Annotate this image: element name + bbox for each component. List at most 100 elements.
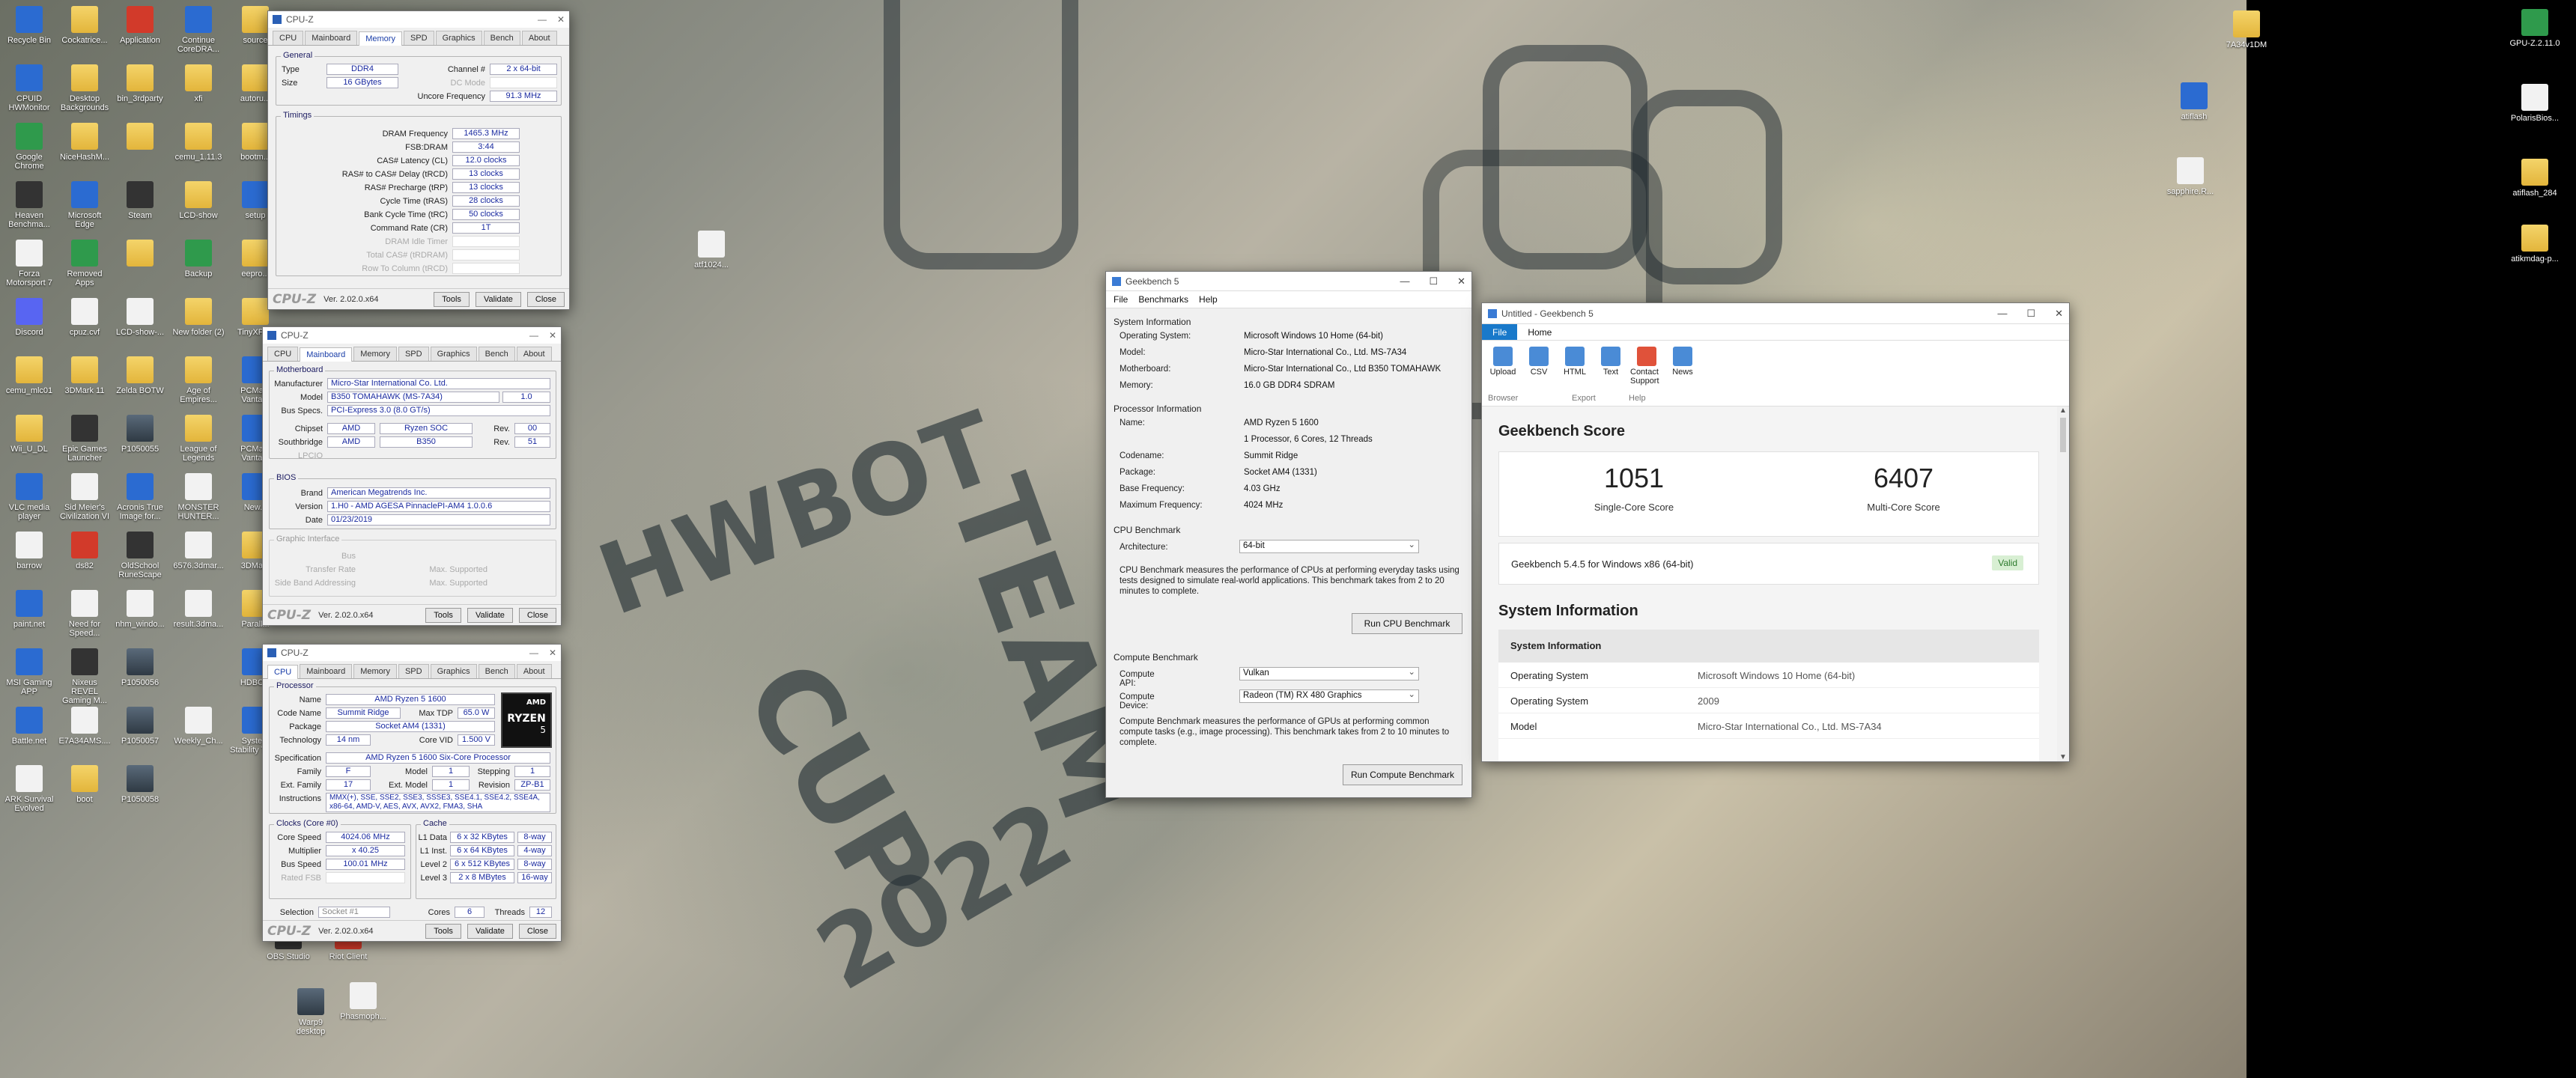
desktop-icon[interactable]: P1050058 bbox=[114, 765, 166, 804]
tab-spd[interactable]: SPD bbox=[403, 31, 434, 45]
title-bar[interactable]: Geekbench 5 — ☐ ✕ bbox=[1106, 272, 1471, 291]
menu-item-help[interactable]: Help bbox=[1199, 294, 1218, 305]
compute-api-select[interactable]: Vulkan bbox=[1239, 666, 1419, 680]
minimize-icon[interactable]: — bbox=[1997, 308, 2007, 320]
desktop-icon[interactable]: NiceHashM... bbox=[58, 123, 111, 162]
desktop-icon[interactable]: barrow bbox=[3, 532, 55, 570]
tab-mainboard[interactable]: Mainboard bbox=[300, 347, 353, 362]
minimize-icon[interactable]: — bbox=[529, 648, 538, 658]
desktop-icon[interactable] bbox=[114, 123, 166, 153]
tab-bench[interactable]: Bench bbox=[478, 664, 515, 678]
desktop-icon[interactable]: Discord bbox=[3, 298, 55, 337]
desktop-icon[interactable]: bin_3rdparty bbox=[114, 64, 166, 103]
architecture-select[interactable]: 64-bit bbox=[1239, 539, 1419, 553]
tab-about[interactable]: About bbox=[516, 664, 552, 678]
title-bar[interactable]: CPU-Z — ✕ bbox=[263, 645, 561, 661]
menu-item-file[interactable]: File bbox=[1114, 294, 1128, 305]
maximize-icon[interactable]: ☐ bbox=[2026, 308, 2035, 320]
desktop-icon[interactable]: 6576.3dmar... bbox=[172, 532, 225, 570]
tools-button[interactable]: Tools bbox=[434, 291, 470, 307]
run-compute-benchmark-button[interactable]: Run Compute Benchmark bbox=[1343, 764, 1462, 785]
desktop-icon[interactable]: Desktop Backgrounds bbox=[58, 64, 111, 112]
tab-home[interactable]: Home bbox=[1517, 324, 1562, 340]
desktop-icon[interactable]: Google Chrome bbox=[3, 123, 55, 171]
desktop-icon[interactable]: nhm_windo... bbox=[114, 590, 166, 629]
desktop-icon[interactable]: paint.net bbox=[3, 590, 55, 629]
menu-item-benchmarks[interactable]: Benchmarks bbox=[1138, 294, 1188, 305]
desktop-icon[interactable]: boot bbox=[58, 765, 111, 804]
tab-bench[interactable]: Bench bbox=[483, 31, 520, 45]
title-bar[interactable]: CPU-Z — ✕ bbox=[263, 327, 561, 344]
tab-cpu[interactable]: CPU bbox=[267, 665, 299, 679]
desktop-icon[interactable]: Need for Speed... bbox=[58, 590, 111, 638]
run-cpu-benchmark-button[interactable]: Run CPU Benchmark bbox=[1352, 613, 1462, 634]
desktop-icon[interactable]: ARK Survival Evolved bbox=[3, 765, 55, 813]
desktop-icon[interactable]: New folder (2) bbox=[172, 298, 225, 337]
tab-spd[interactable]: SPD bbox=[398, 347, 429, 361]
minimize-icon[interactable]: — bbox=[1400, 275, 1409, 287]
validate-button[interactable]: Validate bbox=[475, 291, 521, 307]
ribbon-news-button[interactable]: News bbox=[1666, 347, 1699, 406]
tab-graphics[interactable]: Graphics bbox=[430, 347, 477, 361]
desktop-icon[interactable]: 3DMark 11 bbox=[58, 356, 111, 395]
desktop-icon[interactable]: Cockatrice... bbox=[58, 6, 111, 45]
close-button[interactable]: Close bbox=[518, 923, 556, 939]
tab-mainboard[interactable]: Mainboard bbox=[300, 664, 353, 678]
ribbon-csv-button[interactable]: CSV bbox=[1522, 347, 1555, 406]
desktop-icon[interactable]: P1050055 bbox=[114, 415, 166, 454]
maximize-icon[interactable]: ☐ bbox=[1429, 275, 1438, 287]
desktop-icon[interactable]: LCD-show bbox=[172, 181, 225, 220]
tools-button[interactable]: Tools bbox=[425, 923, 461, 939]
desktop-icon[interactable]: Acronis True Image for... bbox=[114, 473, 166, 521]
desktop-icon[interactable]: atf1024... bbox=[685, 231, 738, 270]
desktop-icon[interactable]: Epic Games Launcher bbox=[58, 415, 111, 463]
close-icon[interactable]: ✕ bbox=[557, 14, 565, 25]
desktop-icon[interactable]: Continue CoreDRA... bbox=[172, 6, 225, 54]
desktop-icon[interactable]: Weekly_Ch... bbox=[172, 707, 225, 746]
close-icon[interactable]: ✕ bbox=[549, 648, 556, 658]
desktop-icon[interactable]: atikmdag-p... bbox=[2509, 225, 2561, 264]
validate-button[interactable]: Validate bbox=[467, 607, 513, 623]
desktop-icon[interactable]: result.3dma... bbox=[172, 590, 225, 629]
scroll-down-icon[interactable]: ▼ bbox=[2057, 753, 2069, 761]
tab-graphics[interactable]: Graphics bbox=[430, 664, 477, 678]
desktop-icon[interactable]: PolarisBios... bbox=[2509, 84, 2561, 123]
desktop-icon[interactable]: Wii_U_DL bbox=[3, 415, 55, 454]
close-icon[interactable]: ✕ bbox=[2055, 308, 2063, 320]
tab-bench[interactable]: Bench bbox=[478, 347, 515, 361]
desktop-icon[interactable]: E7A34AMS.... bbox=[58, 707, 111, 746]
desktop-icon[interactable]: Backup bbox=[172, 240, 225, 278]
tab-memory[interactable]: Memory bbox=[353, 347, 397, 361]
desktop-icon[interactable]: MONSTER HUNTER... bbox=[172, 473, 225, 521]
desktop-icon[interactable]: Age of Empires... bbox=[172, 356, 225, 404]
tab-graphics[interactable]: Graphics bbox=[435, 31, 482, 45]
minimize-icon[interactable]: — bbox=[529, 330, 538, 341]
desktop-icon[interactable]: ds82 bbox=[58, 532, 111, 570]
tab-memory[interactable]: Memory bbox=[359, 31, 402, 46]
validate-button[interactable]: Validate bbox=[467, 923, 513, 939]
desktop-icon[interactable]: P1050056 bbox=[114, 648, 166, 687]
desktop-icon[interactable]: atiflash_284 bbox=[2509, 159, 2561, 198]
desktop-icon[interactable]: Removed Apps bbox=[58, 240, 111, 287]
close-button[interactable]: Close bbox=[518, 607, 556, 623]
close-icon[interactable]: ✕ bbox=[1457, 275, 1465, 287]
tab-about[interactable]: About bbox=[516, 347, 552, 361]
vertical-scrollbar[interactable]: ▲ ▼ bbox=[2057, 406, 2069, 761]
desktop-icon[interactable]: cemu_1.11.3 bbox=[172, 123, 225, 162]
compute-device-select[interactable]: Radeon (TM) RX 480 Graphics bbox=[1239, 689, 1419, 703]
tab-mainboard[interactable]: Mainboard bbox=[305, 31, 358, 45]
desktop-icon[interactable]: Nixeus REVEL Gaming M... bbox=[58, 648, 111, 705]
close-icon[interactable]: ✕ bbox=[549, 330, 556, 341]
desktop-icon[interactable]: Forza Motorsport 7 bbox=[3, 240, 55, 287]
ribbon-text-button[interactable]: Text bbox=[1594, 347, 1627, 406]
desktop-icon[interactable]: Sid Meier's Civilization VI bbox=[58, 473, 111, 521]
close-button[interactable]: Close bbox=[526, 291, 565, 307]
tab-cpu[interactable]: CPU bbox=[267, 347, 299, 361]
desktop-icon[interactable]: CPUID HWMonitor bbox=[3, 64, 55, 112]
desktop-icon[interactable]: VLC media player bbox=[3, 473, 55, 521]
desktop-icon[interactable]: OldSchool RuneScape bbox=[114, 532, 166, 579]
desktop-icon[interactable]: Steam bbox=[114, 181, 166, 220]
desktop-icon[interactable]: League of Legends bbox=[172, 415, 225, 463]
tab-spd[interactable]: SPD bbox=[398, 664, 429, 678]
desktop-icon[interactable]: Recycle Bin bbox=[3, 6, 55, 45]
